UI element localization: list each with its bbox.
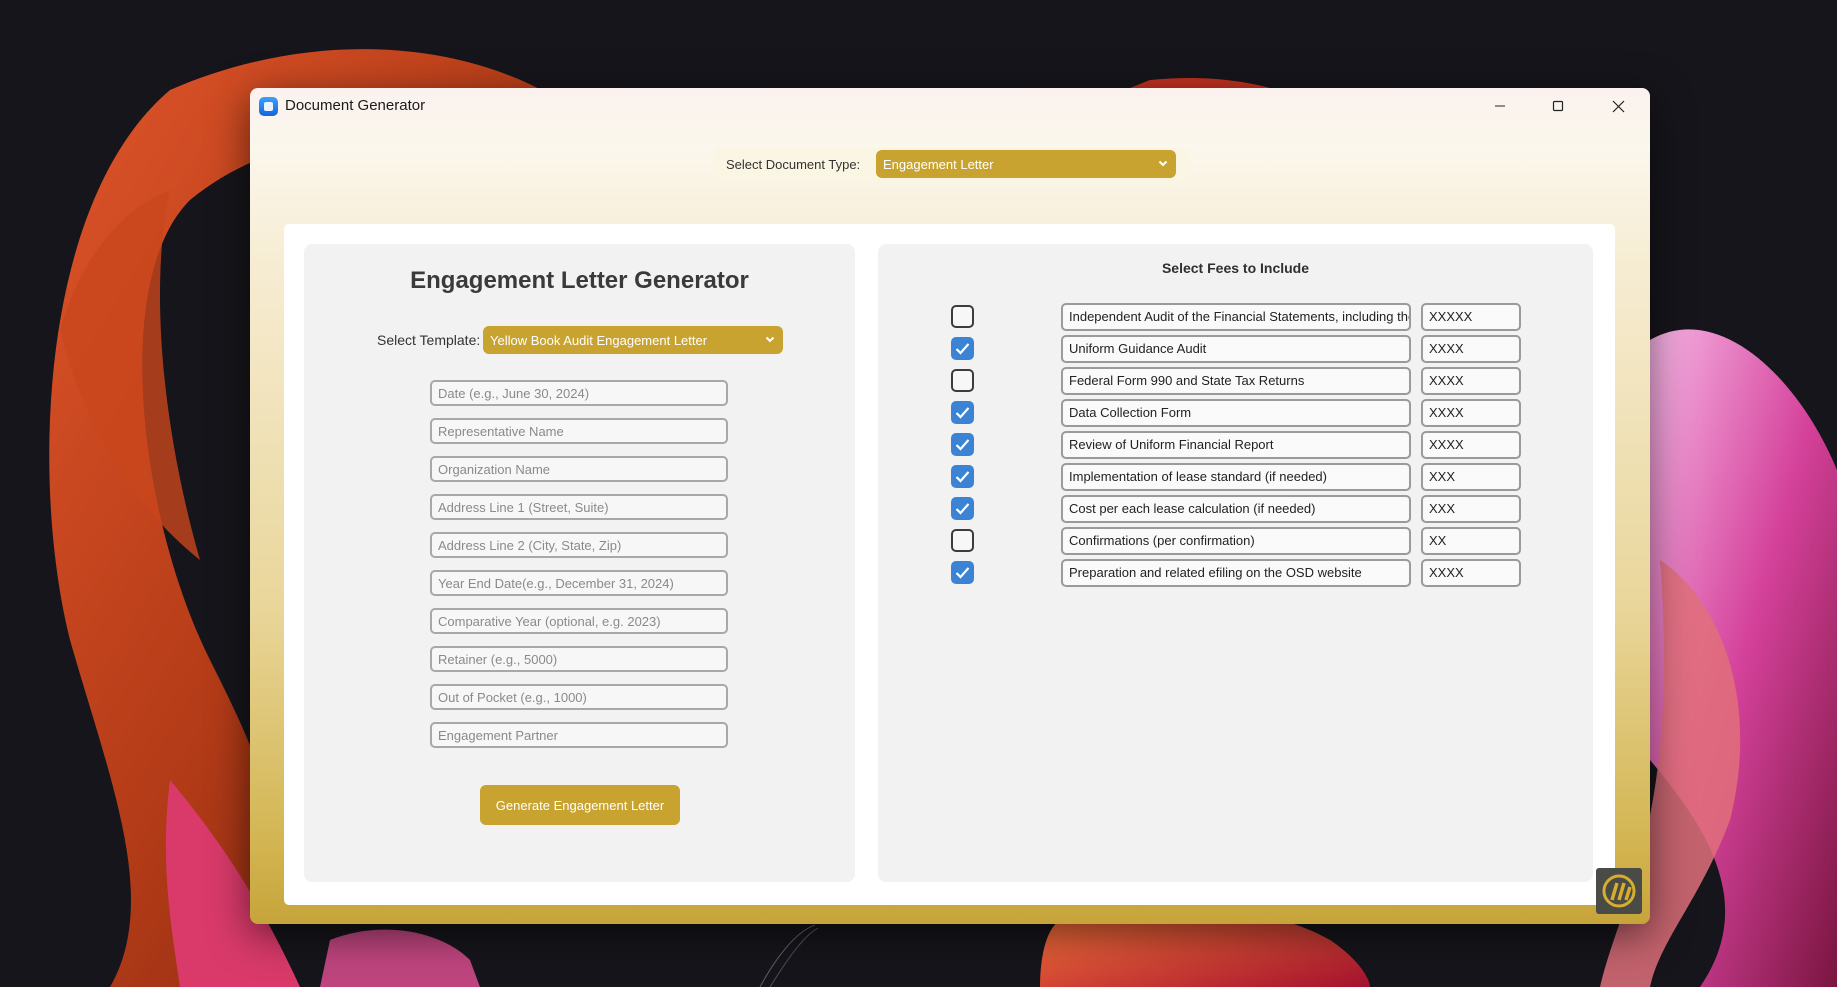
title-bar[interactable]: Document Generator xyxy=(250,88,1650,124)
fee-checkbox[interactable] xyxy=(951,529,974,552)
window-title: Document Generator xyxy=(285,97,426,114)
fee-amount-field[interactable]: XXXX xyxy=(1421,431,1521,459)
fee-name-field[interactable]: Cost per each lease calculation (if need… xyxy=(1061,495,1411,523)
generate-engagement-letter-button[interactable]: Generate Engagement Letter xyxy=(480,785,680,825)
representative-name-field[interactable] xyxy=(430,418,728,444)
app-window: Document Generator Select Document Type:… xyxy=(250,88,1650,924)
fee-row: Uniform Guidance Audit XXXX xyxy=(878,335,1593,363)
document-type-label: Select Document Type: xyxy=(726,157,861,172)
close-icon xyxy=(1612,100,1624,112)
minimize-icon xyxy=(1495,105,1505,107)
out-of-pocket-field[interactable] xyxy=(430,684,728,710)
fee-amount-field[interactable]: XXXXX xyxy=(1421,303,1521,331)
organization-name-field[interactable] xyxy=(430,456,728,482)
fees-title: Select Fees to Include xyxy=(1161,260,1310,276)
date-field[interactable] xyxy=(430,380,728,406)
app-icon xyxy=(259,97,278,116)
logo-mark-icon xyxy=(1602,874,1636,908)
fee-amount-field[interactable]: XXXX xyxy=(1421,559,1521,587)
fee-row: Review of Uniform Financial Report XXXX xyxy=(878,431,1593,459)
year-end-date-field[interactable] xyxy=(430,570,728,596)
fee-name-field[interactable]: Preparation and related efiling on the O… xyxy=(1061,559,1411,587)
fee-name-field[interactable]: Independent Audit of the Financial State… xyxy=(1061,303,1411,331)
template-dropdown[interactable]: Yellow Book Audit Engagement Letter xyxy=(483,326,783,354)
fee-name-field[interactable]: Federal Form 990 and State Tax Returns xyxy=(1061,367,1411,395)
fee-amount-field[interactable]: XXX xyxy=(1421,495,1521,523)
engagement-letter-card: Engagement Letter Generator Select Templ… xyxy=(304,244,855,882)
document-type-bar: Select Document Type: Engagement Letter xyxy=(714,148,1188,180)
fees-card: Select Fees to Include Independent Audit… xyxy=(878,244,1593,882)
address-line-2-field[interactable] xyxy=(430,532,728,558)
fee-row: Preparation and related efiling on the O… xyxy=(878,559,1593,587)
chevron-down-icon xyxy=(765,336,775,343)
fee-checkbox[interactable] xyxy=(951,465,974,488)
fee-name-field[interactable]: Review of Uniform Financial Report xyxy=(1061,431,1411,459)
engagement-partner-field[interactable] xyxy=(430,722,728,748)
fee-amount-field[interactable]: XXXX xyxy=(1421,367,1521,395)
checkmark-icon xyxy=(955,567,970,579)
fee-amount-field[interactable]: XXXX xyxy=(1421,399,1521,427)
fee-checkbox[interactable] xyxy=(951,561,974,584)
fee-amount-field[interactable]: XXXX xyxy=(1421,335,1521,363)
fee-checkbox[interactable] xyxy=(951,305,974,328)
fee-checkbox[interactable] xyxy=(951,337,974,360)
fee-name-field[interactable]: Implementation of lease standard (if nee… xyxy=(1061,463,1411,491)
retainer-field[interactable] xyxy=(430,646,728,672)
comparative-year-field[interactable] xyxy=(430,608,728,634)
fee-amount-field[interactable]: XX xyxy=(1421,527,1521,555)
main-panel: Engagement Letter Generator Select Templ… xyxy=(284,224,1615,905)
maximize-button[interactable] xyxy=(1529,88,1587,124)
fee-name-field[interactable]: Confirmations (per confirmation) xyxy=(1061,527,1411,555)
checkmark-icon xyxy=(955,343,970,355)
document-type-value: Engagement Letter xyxy=(883,157,994,172)
fee-row: Cost per each lease calculation (if need… xyxy=(878,495,1593,523)
fee-row: Data Collection Form XXXX xyxy=(878,399,1593,427)
checkmark-icon xyxy=(955,471,970,483)
checkmark-icon xyxy=(955,407,970,419)
company-logo xyxy=(1596,868,1642,914)
fee-amount-field[interactable]: XXX xyxy=(1421,463,1521,491)
fee-checkbox[interactable] xyxy=(951,497,974,520)
chevron-down-icon xyxy=(1158,160,1168,167)
fee-row: Independent Audit of the Financial State… xyxy=(878,303,1593,331)
template-value: Yellow Book Audit Engagement Letter xyxy=(490,333,708,348)
minimize-button[interactable] xyxy=(1471,88,1529,124)
fee-row: Federal Form 990 and State Tax Returns XX… xyxy=(878,367,1593,395)
generator-title: Engagement Letter Generator xyxy=(410,267,749,294)
checkmark-icon xyxy=(955,503,970,515)
fee-row: Implementation of lease standard (if nee… xyxy=(878,463,1593,491)
fee-name-field[interactable]: Data Collection Form xyxy=(1061,399,1411,427)
fee-row: Confirmations (per confirmation) XX xyxy=(878,527,1593,555)
maximize-icon xyxy=(1552,100,1564,112)
checkmark-icon xyxy=(955,439,970,451)
template-label: Select Template: xyxy=(377,332,481,348)
fee-checkbox[interactable] xyxy=(951,433,974,456)
document-type-dropdown[interactable]: Engagement Letter xyxy=(876,150,1176,178)
fee-checkbox[interactable] xyxy=(951,369,974,392)
close-button[interactable] xyxy=(1589,88,1647,124)
fee-checkbox[interactable] xyxy=(951,401,974,424)
fee-name-field[interactable]: Uniform Guidance Audit xyxy=(1061,335,1411,363)
address-line-1-field[interactable] xyxy=(430,494,728,520)
